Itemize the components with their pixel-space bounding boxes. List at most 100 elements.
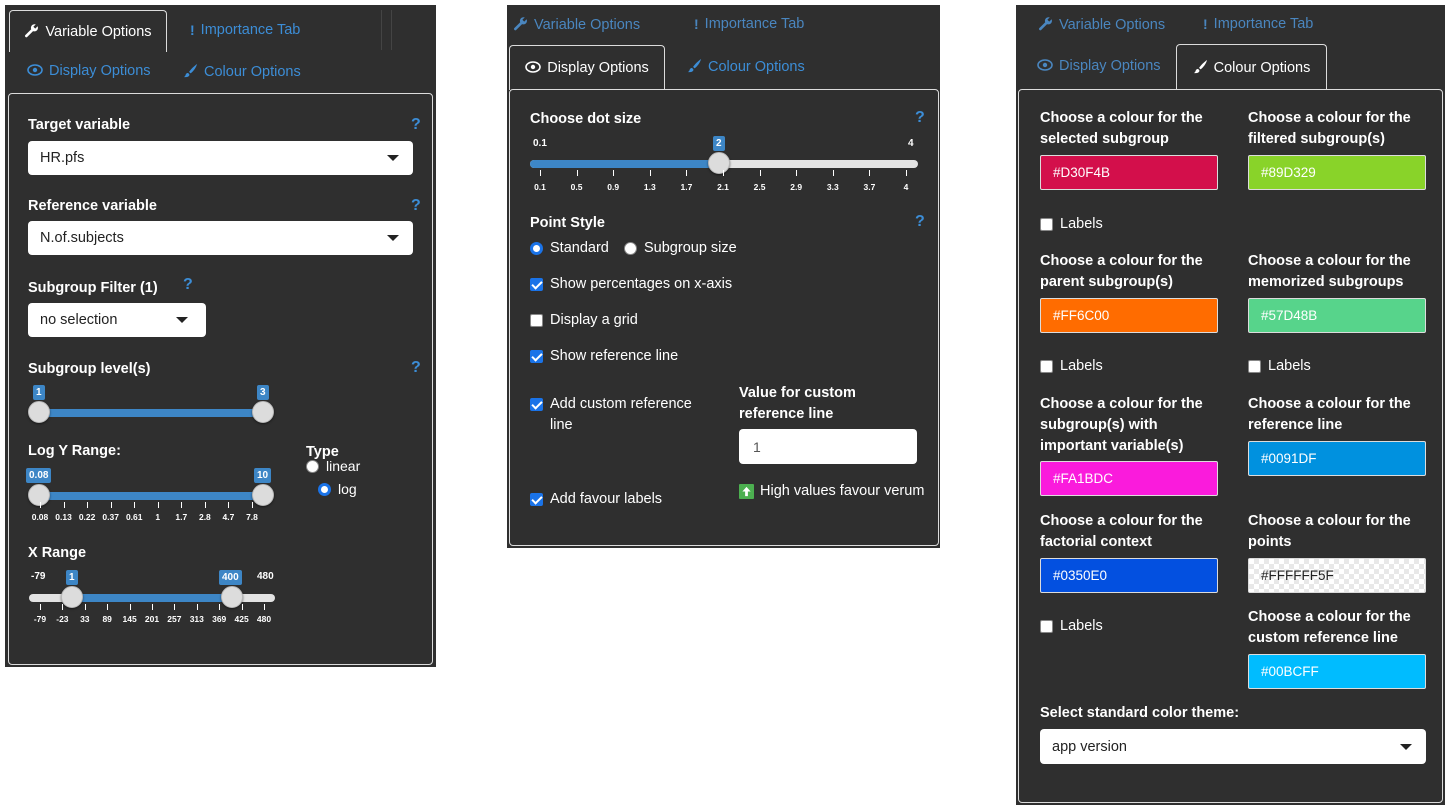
- tab-display-options-label: Display Options: [49, 63, 151, 79]
- show-reference-line-checkbox[interactable]: Show reference line: [530, 348, 678, 364]
- tab-display-options[interactable]: Display Options: [509, 45, 665, 90]
- slider-tick: [723, 170, 724, 176]
- memorized-subgroups-colour-input[interactable]: #57D48B: [1248, 298, 1426, 333]
- slider-min-handle[interactable]: [61, 586, 83, 608]
- checkbox[interactable]: [530, 349, 543, 363]
- tab-colour-options[interactable]: Colour Options: [687, 58, 805, 76]
- radio-button[interactable]: [306, 459, 319, 473]
- tab-importance[interactable]: ! Importance Tab: [694, 16, 804, 32]
- type-radio-linear[interactable]: linear: [306, 458, 360, 474]
- slider-tick: [613, 170, 615, 176]
- tab-variable-options[interactable]: Variable Options: [513, 16, 640, 34]
- checkbox[interactable]: [1040, 359, 1053, 373]
- parent-subgroup-colour-input[interactable]: #FF6C00: [1040, 298, 1218, 333]
- target-variable-select[interactable]: HR.pfs: [28, 141, 413, 175]
- checkbox[interactable]: [530, 492, 543, 506]
- tab-importance[interactable]: ! Importance Tab: [1203, 16, 1313, 32]
- labels-checkbox[interactable]: Labels: [1248, 358, 1311, 374]
- filtered-subgroup-colour-label: Choose a colour for the filtered subgrou…: [1248, 108, 1411, 150]
- slider-tick-label: 0.13: [55, 512, 72, 522]
- checkbox[interactable]: [1040, 217, 1053, 231]
- slider-tick-label: 3.7: [863, 182, 876, 192]
- help-icon[interactable]: ?: [411, 197, 421, 215]
- important-variable-colour-input[interactable]: #FA1BDC: [1040, 461, 1218, 496]
- radio-button[interactable]: [530, 241, 543, 255]
- custom-reference-value-input[interactable]: 1: [739, 429, 917, 464]
- point-style-radio-subgroup-size[interactable]: Subgroup size: [624, 240, 737, 256]
- tab-variable-options-label: Variable Options: [45, 23, 152, 40]
- factorial-context-colour-input[interactable]: #0350E0: [1040, 558, 1218, 593]
- tab-display-options[interactable]: Display Options: [27, 63, 151, 79]
- slider-tick: [540, 170, 541, 176]
- slider-tick: [134, 502, 136, 508]
- custom-reference-line-colour-input[interactable]: #00BCFF: [1248, 654, 1426, 689]
- points-colour-input[interactable]: #FFFFFF5F: [1248, 558, 1426, 593]
- radio-button[interactable]: [624, 241, 637, 255]
- theme-value: app version: [1052, 738, 1127, 755]
- help-icon[interactable]: ?: [411, 359, 421, 377]
- labels-checkbox[interactable]: Labels: [1040, 358, 1103, 374]
- radio-button[interactable]: [318, 482, 331, 496]
- labels-checkbox[interactable]: Labels: [1040, 216, 1103, 232]
- checkbox[interactable]: [530, 398, 543, 411]
- favour-direction-toggle[interactable]: High values favour verum: [739, 483, 924, 499]
- reference-variable-select[interactable]: N.of.subjects: [28, 221, 413, 255]
- slider-max-handle[interactable]: [252, 484, 274, 506]
- slider-tick-label: 201: [144, 614, 160, 624]
- tab-variable-options[interactable]: Variable Options: [1038, 16, 1165, 34]
- show-percentages-checkbox[interactable]: Show percentages on x-axis: [530, 276, 732, 292]
- tab-display-options-label: Display Options: [1059, 58, 1161, 74]
- panel-variable-options: Variable Options ! Importance Tab Displa…: [5, 5, 436, 667]
- hex-value: #FF6C00: [1053, 308, 1110, 323]
- slider-min-handle[interactable]: [28, 401, 50, 423]
- reference-line-colour-input[interactable]: #0091DF: [1248, 441, 1426, 476]
- wrench-icon: [24, 23, 39, 41]
- panel-colour-options: Variable Options ! Importance Tab Displa…: [1016, 5, 1445, 805]
- point-style-radio-standard[interactable]: Standard: [530, 240, 609, 256]
- checkbox[interactable]: [530, 313, 543, 327]
- help-icon[interactable]: ?: [915, 109, 925, 127]
- tab-importance[interactable]: ! Importance Tab: [190, 22, 300, 38]
- tab-colour-options[interactable]: Colour Options: [183, 63, 301, 81]
- slider-max-handle[interactable]: [221, 586, 243, 608]
- slider-max-handle[interactable]: [252, 401, 274, 423]
- slider-tick-label: 2.9: [790, 182, 803, 192]
- subgroup-filter-select[interactable]: no selection: [28, 303, 206, 337]
- tab-colour-options[interactable]: Colour Options: [1176, 44, 1327, 90]
- tab-separator: [381, 10, 382, 50]
- label-line: Choose a colour for the: [1040, 513, 1203, 529]
- tab-variable-options[interactable]: Variable Options: [9, 10, 167, 52]
- add-favour-labels-label: Add favour labels: [550, 491, 663, 507]
- reference-variable-value: N.of.subjects: [40, 230, 124, 246]
- slider-tick-label: 257: [167, 614, 182, 624]
- labels-checkbox[interactable]: Labels: [1040, 618, 1103, 634]
- eye-icon: [1037, 58, 1053, 74]
- add-custom-reference-checkbox[interactable]: Add custom reference line: [530, 394, 692, 436]
- checkbox[interactable]: [1248, 359, 1261, 373]
- important-variable-colour-label: Choose a colour for the subgroup(s) with…: [1040, 394, 1203, 457]
- tab-display-options[interactable]: Display Options: [1037, 58, 1161, 74]
- checkbox[interactable]: [1040, 619, 1053, 633]
- slider-min-handle[interactable]: [28, 484, 50, 506]
- arrow-up-icon[interactable]: [739, 483, 754, 499]
- help-icon[interactable]: ?: [915, 213, 925, 231]
- hex-value: #FA1BDC: [1053, 471, 1114, 486]
- panel-display-options: Variable Options ! Importance Tab Displa…: [507, 5, 940, 548]
- checkbox[interactable]: [530, 277, 543, 291]
- help-icon[interactable]: ?: [183, 276, 193, 294]
- help-icon[interactable]: ?: [411, 116, 421, 134]
- slider-tick-label: 369: [212, 614, 227, 624]
- label-line: important variable(s): [1040, 438, 1184, 454]
- selected-subgroup-colour-input[interactable]: #D30F4B: [1040, 155, 1218, 190]
- type-radio-log[interactable]: log: [318, 481, 357, 497]
- slider-tick-label: 4.7: [222, 512, 235, 522]
- theme-select[interactable]: app version: [1040, 729, 1426, 764]
- filtered-subgroup-colour-input[interactable]: #89D329: [1248, 155, 1426, 190]
- slider-fill: [37, 492, 263, 500]
- add-favour-labels-checkbox[interactable]: Add favour labels: [530, 491, 662, 507]
- slider-min-bubble: 0.08: [26, 468, 52, 483]
- tab-importance-label: Importance Tab: [704, 16, 805, 32]
- display-grid-checkbox[interactable]: Display a grid: [530, 312, 638, 328]
- label-line: Choose a colour for the: [1248, 609, 1411, 625]
- slider-handle[interactable]: [708, 152, 730, 174]
